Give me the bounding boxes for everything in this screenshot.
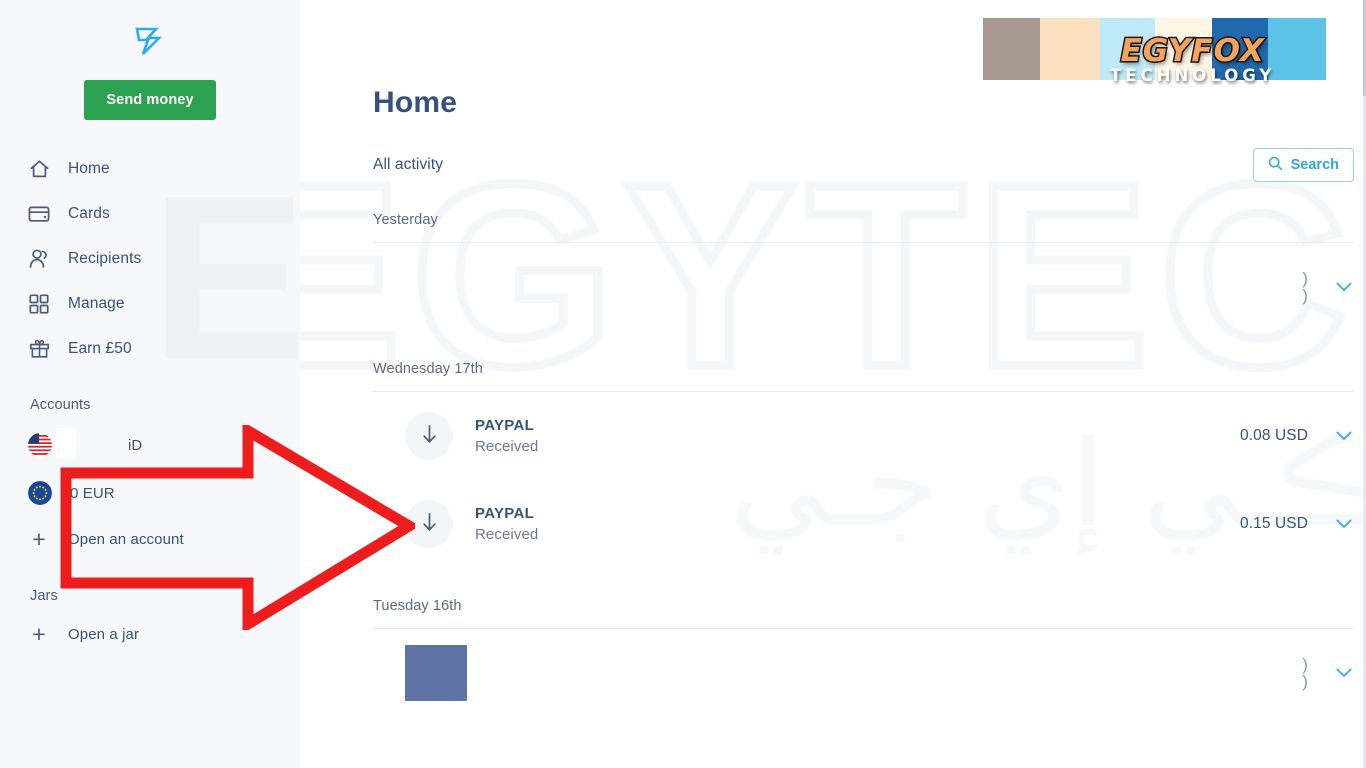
all-activity-label: All activity xyxy=(373,156,444,173)
sidebar-item-label: Cards xyxy=(68,204,110,222)
sidebar-item-home[interactable]: Home xyxy=(0,146,300,191)
sidebar: EG Send money Home xyxy=(0,0,300,768)
sidebar-item-label: Home xyxy=(68,159,110,177)
activity-group: Tuesday 16th ) ) xyxy=(300,598,1366,717)
transaction-amount: 0.15 USD xyxy=(1240,515,1308,532)
wise-dashboard: EG Send money Home xyxy=(0,0,1366,768)
us-flag-icon xyxy=(28,433,52,457)
search-button-label: Search xyxy=(1290,157,1339,173)
account-item-eur[interactable]: 0 EUR xyxy=(0,469,300,517)
eu-flag-icon xyxy=(28,481,52,505)
sidebar-item-cards[interactable]: Cards xyxy=(0,191,300,236)
transaction-avatar xyxy=(405,263,453,311)
account-label-text: 0 EUR xyxy=(70,484,115,502)
wise-logo-icon xyxy=(135,27,163,55)
transaction-avatar xyxy=(405,500,453,548)
chevron-down-icon[interactable] xyxy=(1334,663,1354,683)
open-an-account-button[interactable]: + Open an account xyxy=(0,517,300,562)
transaction-text: PAYPAL Received xyxy=(475,417,1240,455)
transaction-amount: ) ) xyxy=(1302,656,1308,690)
chevron-down-icon[interactable] xyxy=(1334,514,1354,534)
topbar xyxy=(300,0,1366,72)
transaction-text xyxy=(475,285,1302,289)
redaction-block xyxy=(56,427,76,458)
transaction-name: PAYPAL xyxy=(475,417,535,434)
home-icon xyxy=(28,158,50,180)
day-label: Yesterday xyxy=(373,212,438,228)
transaction-amount-line2: ) xyxy=(1302,672,1308,691)
transaction-amount-line1: ) xyxy=(1302,269,1308,288)
transaction-status: Received xyxy=(475,526,539,543)
jars-heading: Jars xyxy=(30,588,58,604)
sidebar-item-recipients[interactable]: Recipients xyxy=(0,236,300,281)
transaction-name: PAYPAL xyxy=(475,505,535,522)
activity-group: Yesterday ) ) xyxy=(300,212,1366,331)
open-account-label: Open an account xyxy=(68,531,184,548)
transaction-status: Received xyxy=(475,438,539,455)
chevron-down-icon[interactable] xyxy=(1334,277,1354,297)
transaction-avatar xyxy=(405,412,453,460)
activity-group: Wednesday 17th PAYPAL Received 0.08 USD … xyxy=(300,361,1366,568)
sidebar-item-earn[interactable]: Earn £50 xyxy=(0,326,300,371)
card-icon xyxy=(28,203,50,225)
sidebar-item-manage[interactable]: Manage xyxy=(0,281,300,326)
gift-icon xyxy=(28,338,50,360)
transaction-amount: 0.08 USD xyxy=(1240,427,1308,444)
open-a-jar-button[interactable]: + Open a jar xyxy=(0,612,300,657)
sidebar-nav: Home Cards Recipients Manage Earn £50 xyxy=(0,146,300,371)
send-money-container: Send money xyxy=(0,80,300,120)
day-label: Tuesday 16th xyxy=(373,598,462,614)
sidebar-item-label: Recipients xyxy=(68,249,142,267)
wise-logo[interactable] xyxy=(0,0,300,70)
transaction-amount-line1: ) xyxy=(1302,655,1308,674)
transaction-amount: ) ) xyxy=(1302,270,1308,304)
plus-icon: + xyxy=(32,526,46,552)
table-row[interactable]: ) ) xyxy=(373,243,1366,331)
grid-icon xyxy=(28,293,50,315)
page-title: Home xyxy=(373,86,458,119)
plus-icon: + xyxy=(32,621,46,647)
account-label-text: iD xyxy=(128,436,143,454)
search-button[interactable]: Search xyxy=(1252,148,1354,182)
open-jar-label: Open a jar xyxy=(68,626,140,643)
transaction-text xyxy=(489,671,1302,675)
arrow-down-icon xyxy=(420,511,439,538)
account-item-usd[interactable]: iD xyxy=(0,421,300,469)
transaction-amount-line2: ) xyxy=(1302,286,1308,305)
sidebar-item-label: Earn £50 xyxy=(68,339,132,357)
transaction-text: PAYPAL Received xyxy=(475,505,1240,543)
table-row[interactable]: PAYPAL Received 0.15 USD xyxy=(373,480,1366,568)
table-row[interactable]: ) ) xyxy=(373,629,1366,717)
send-money-button[interactable]: Send money xyxy=(84,80,216,120)
accounts-heading: Accounts xyxy=(30,397,91,413)
activity-bar: All activity Search xyxy=(373,148,1366,182)
redaction-block xyxy=(405,645,467,701)
chevron-down-icon[interactable] xyxy=(1334,426,1354,446)
day-label: Wednesday 17th xyxy=(373,361,483,377)
recipients-icon xyxy=(28,248,50,270)
main-content: EGYTECH ـت ڪـي إي جـي Home All activity xyxy=(300,0,1366,768)
sidebar-item-label: Manage xyxy=(68,294,125,312)
notification-bell-icon[interactable] xyxy=(974,19,1008,53)
account-label: iD xyxy=(56,427,143,458)
arrow-down-icon xyxy=(420,423,439,450)
table-row[interactable]: PAYPAL Received 0.08 USD xyxy=(373,392,1366,480)
search-icon xyxy=(1268,156,1283,175)
